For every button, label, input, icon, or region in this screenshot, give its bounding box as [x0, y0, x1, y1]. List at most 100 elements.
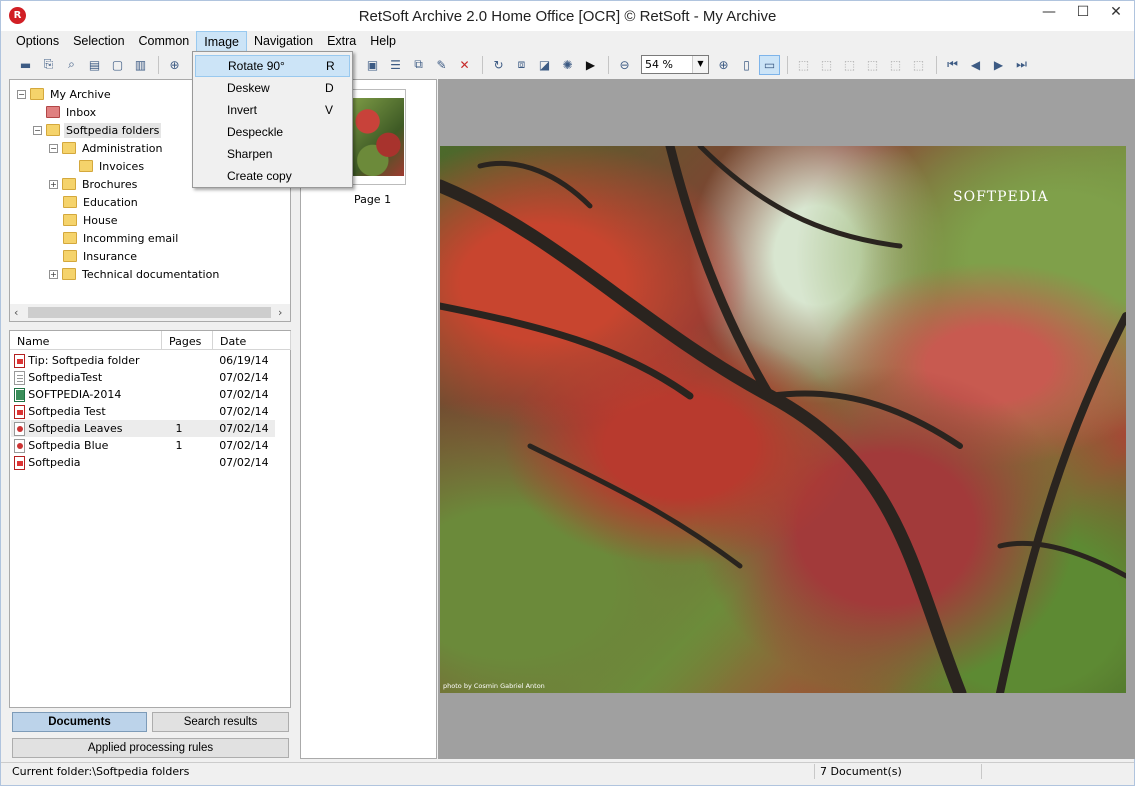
- preview-photo: SOFTPEDIA photo by Cosmin Gabriel Anton: [440, 146, 1126, 693]
- tree-label: Insurance: [83, 249, 137, 263]
- select-icon[interactable]: ⬚: [793, 55, 814, 75]
- menu-common[interactable]: Common: [132, 31, 197, 52]
- menu-item-deskew[interactable]: Deskew D: [195, 77, 350, 99]
- tree-label: Incomming email: [83, 231, 179, 245]
- zoom-in-icon[interactable]: ⊕: [713, 55, 734, 75]
- paste-icon[interactable]: ▣: [362, 55, 383, 75]
- menu-item-invert[interactable]: Invert V: [195, 99, 350, 121]
- table-row[interactable]: SoftpediaTest 07/02/14: [11, 369, 275, 386]
- collapse-icon[interactable]: −: [49, 143, 58, 153]
- last-page-icon[interactable]: ⏭: [1011, 55, 1032, 75]
- tree-item-technical-documentation[interactable]: + Technical documentation: [49, 265, 221, 283]
- select-clear-icon[interactable]: ⬚: [908, 55, 929, 75]
- note-icon[interactable]: ▢: [107, 55, 128, 75]
- menu-options[interactable]: Options: [9, 31, 66, 52]
- scroll-right-icon[interactable]: ›: [278, 306, 282, 319]
- next-page-icon[interactable]: ▶: [988, 55, 1009, 75]
- table-row[interactable]: Softpedia Blue 1 07/02/14: [11, 437, 275, 454]
- table-row[interactable]: Softpedia Leaves 1 07/02/14: [11, 420, 275, 437]
- tree-item-inbox[interactable]: Inbox: [46, 103, 98, 121]
- thumbnail-image: [352, 98, 404, 176]
- tree-item-softpedia-folders[interactable]: − Softpedia folders: [33, 121, 162, 139]
- folder-icon: [46, 124, 60, 136]
- tree-item-house[interactable]: House: [63, 211, 119, 229]
- select-area-icon[interactable]: ⬚: [839, 55, 860, 75]
- folder-icon: [63, 232, 77, 244]
- column-header-date[interactable]: Date: [213, 331, 291, 350]
- tree-item-my-archive[interactable]: − My Archive: [17, 85, 113, 103]
- despeckle-icon[interactable]: ✺: [557, 55, 578, 75]
- menu-item-shortcut: D: [325, 81, 334, 95]
- minimize-button[interactable]: —: [1031, 1, 1067, 25]
- tree-label: Softpedia folders: [64, 122, 162, 138]
- menu-item-despeckle[interactable]: Despeckle: [195, 121, 350, 143]
- tree-item-invoices[interactable]: Invoices: [79, 157, 146, 175]
- applied-processing-rules-button[interactable]: Applied processing rules: [12, 738, 289, 758]
- chevron-down-icon[interactable]: ▼: [692, 56, 708, 73]
- title-bar: R RetSoft Archive 2.0 Home Office [OCR] …: [1, 1, 1134, 31]
- menu-help[interactable]: Help: [363, 31, 403, 52]
- tree-item-brochures[interactable]: + Brochures: [49, 175, 139, 193]
- page-copy-icon[interactable]: ⧈: [511, 55, 532, 75]
- doc-date: 07/02/14: [219, 456, 269, 469]
- column-header-pages[interactable]: Pages: [162, 331, 213, 350]
- menu-image[interactable]: Image: [196, 31, 247, 52]
- menu-item-sharpen[interactable]: Sharpen: [195, 143, 350, 165]
- tree-item-education[interactable]: Education: [63, 193, 140, 211]
- folder-icon: [63, 250, 77, 262]
- scan-icon[interactable]: ▬: [15, 55, 36, 75]
- expand-icon[interactable]: +: [49, 269, 58, 279]
- select-copy-icon[interactable]: ⬚: [885, 55, 906, 75]
- delete-icon[interactable]: ✕: [454, 55, 475, 75]
- tree-label: Education: [83, 195, 138, 209]
- doc-date: 06/19/14: [219, 354, 269, 367]
- menu-extra[interactable]: Extra: [320, 31, 363, 52]
- zoom-select[interactable]: 54 % ▼: [641, 55, 709, 74]
- table-row[interactable]: SOFTPEDIA-2014 07/02/14: [11, 386, 275, 403]
- select-add-icon[interactable]: ⬚: [816, 55, 837, 75]
- fit-page-icon[interactable]: ▯: [736, 55, 757, 75]
- collapse-icon[interactable]: −: [33, 125, 42, 135]
- doc-name: Softpedia Test: [28, 405, 106, 418]
- tree-item-administration[interactable]: − Administration: [49, 139, 165, 157]
- image-preview-area[interactable]: SOFTPEDIA photo by Cosmin Gabriel Anton: [438, 79, 1135, 759]
- first-page-icon[interactable]: ⏮: [942, 55, 963, 75]
- menu-selection[interactable]: Selection: [66, 31, 131, 52]
- menu-item-rotate-90[interactable]: Rotate 90° R: [195, 55, 350, 77]
- doc-name: Softpedia Leaves: [28, 422, 123, 435]
- table-row[interactable]: Softpedia Test 07/02/14: [11, 403, 275, 420]
- doc-pages: 1: [175, 439, 183, 452]
- crop-icon[interactable]: ◪: [534, 55, 555, 75]
- properties-icon[interactable]: ☰: [385, 55, 406, 75]
- import-icon[interactable]: ⎘: [38, 55, 59, 75]
- expand-icon[interactable]: +: [49, 179, 58, 189]
- rotate-icon[interactable]: ↻: [488, 55, 509, 75]
- table-row[interactable]: Tip: Softpedia folder 06/19/14: [11, 352, 275, 369]
- image-file-icon: [14, 438, 26, 453]
- table-row[interactable]: Softpedia 07/02/14: [11, 454, 275, 471]
- collapse-icon[interactable]: −: [17, 89, 26, 99]
- select-zoom-icon[interactable]: ⬚: [862, 55, 883, 75]
- close-button[interactable]: ✕: [1096, 1, 1135, 25]
- previous-page-icon[interactable]: ◀: [965, 55, 986, 75]
- search-results-tab-button[interactable]: Search results: [152, 712, 289, 732]
- tree-item-insurance[interactable]: Insurance: [63, 247, 139, 265]
- add-document-icon[interactable]: ⊕: [164, 55, 185, 75]
- menu-navigation[interactable]: Navigation: [247, 31, 320, 52]
- scroll-left-icon[interactable]: ‹: [14, 306, 18, 319]
- zoom-out-icon[interactable]: ⊖: [614, 55, 635, 75]
- edit-icon[interactable]: ✎: [431, 55, 452, 75]
- scrollbar-thumb[interactable]: [28, 307, 271, 318]
- documents-tab-button[interactable]: Documents: [12, 712, 147, 732]
- copy-icon[interactable]: ⧉: [408, 55, 429, 75]
- document-search-icon[interactable]: ▤: [84, 55, 105, 75]
- horizontal-scrollbar[interactable]: ‹ ›: [10, 304, 290, 321]
- column-header-name[interactable]: Name: [10, 331, 162, 350]
- play-icon[interactable]: ▶: [580, 55, 601, 75]
- menu-item-create-copy[interactable]: Create copy: [195, 165, 350, 187]
- tree-item-incomming-email[interactable]: Incomming email: [63, 229, 180, 247]
- find-icon[interactable]: ⌕: [61, 55, 82, 75]
- fit-width-icon[interactable]: ▭: [759, 54, 780, 75]
- current-folder-status: Current folder:\Softpedia folders: [9, 764, 815, 779]
- barcode-icon[interactable]: ▥: [130, 55, 151, 75]
